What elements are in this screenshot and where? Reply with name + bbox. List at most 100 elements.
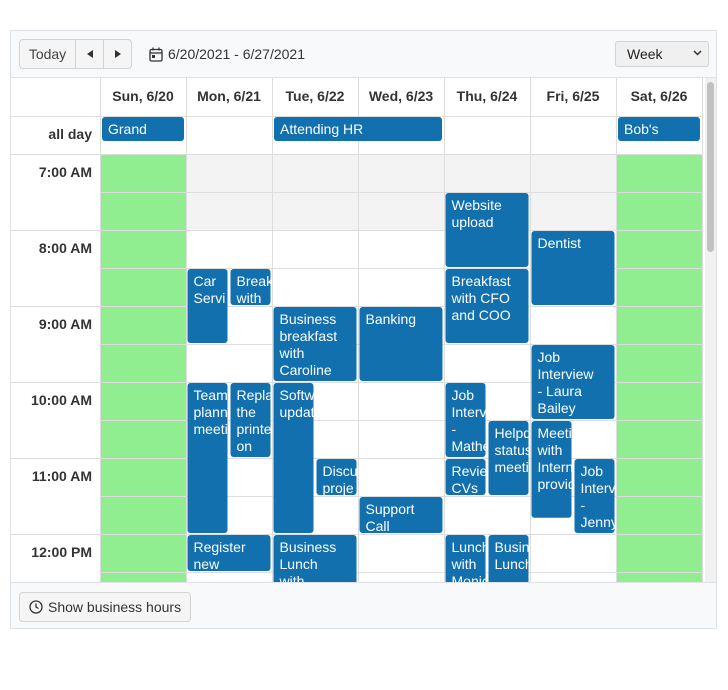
calendar-event[interactable]: BusinessLunchwith [273,535,357,582]
event-title: and COO [452,307,511,323]
event-title: Softw [280,387,316,403]
event-title: with [279,345,305,361]
calendar-event[interactable]: Banking [359,307,443,381]
event-title: Bob's [624,121,659,137]
event-title: upload [452,214,494,230]
calendar-event[interactable]: Dentist [531,231,615,305]
nonworking-day-column [616,154,702,582]
event-title: Dentist [538,235,582,251]
event-title: with [236,290,262,306]
event-title: Bailey [538,400,576,416]
calendar-event[interactable]: CarServi [187,269,228,343]
event-title: Call [366,518,390,534]
event-title: Monic [452,573,489,582]
day-header[interactable]: Thu, 6/24 [457,88,518,104]
date-range-button[interactable]: 6/20/2021 - 6/27/2021 [149,39,305,69]
event-title: Job [538,349,561,365]
prev-button[interactable] [75,39,104,69]
time-label: 7:00 AM [39,164,92,180]
calendar-event[interactable]: Websiteupload [445,193,529,267]
event-title: new [194,556,221,572]
day-header[interactable]: Wed, 6/23 [369,88,434,104]
day-header[interactable]: Sun, 6/20 [112,88,174,104]
all-day-event[interactable]: Grand [102,117,184,141]
event-title: provid [538,476,576,492]
nonworking-day-column [100,154,186,582]
event-title: Busin [495,539,530,555]
all-day-event[interactable]: Attending HR [274,117,442,141]
scrollbar-thumb[interactable] [707,82,714,252]
next-button[interactable] [103,39,132,69]
event-title: with CFO [451,290,510,306]
view-select[interactable]: Week [615,41,709,67]
calendar-event[interactable]: JobInterview- LauraBailey [531,345,615,419]
event-title: Helpd [495,425,532,441]
day-header[interactable]: Tue, 6/22 [286,88,345,104]
calendar-event[interactable]: Breakfastwith CFOand COO [445,269,529,343]
event-title: Mathe [452,438,491,454]
event-title: Business [280,311,337,327]
calendar-event[interactable]: Teamplannmeeti [187,383,228,533]
date-range-label: 6/20/2021 - 6/27/2021 [168,46,306,62]
event-title: Job [581,463,604,479]
event-title: Caroline [280,362,332,378]
day-header[interactable]: Sat, 6/26 [631,88,688,104]
calendar-event[interactable]: JobInterv-Jenny [574,459,618,533]
calendar-event[interactable]: JobInterv-Mathe [445,383,491,457]
event-title: the [237,404,257,420]
event-title: Meeti [538,425,572,441]
chevron-down-icon [693,50,702,56]
event-title: Grand [108,121,147,137]
day-header[interactable]: Mon, 6/21 [197,88,261,104]
calendar-event[interactable]: MeetiwithInternprovid [531,421,576,518]
event-title: Support [366,501,415,517]
scheduler-toolbar: Today 6/20/2021 - 6/27/2021 Week [11,31,716,78]
calendar-event[interactable]: Replatheprinteon [230,383,274,457]
calendar-icon [149,47,163,62]
week-grid: Sun, 6/20 Mon, 6/21 Tue, 6/22 Wed, 6/23 Thu,… [11,78,703,582]
time-label: 8:00 AM [39,240,92,256]
event-title: Breakfast [452,273,511,289]
calendar-event[interactable]: Softwupdat [273,383,316,533]
event-title: Break [237,273,275,289]
calendar-event[interactable]: Breakwith [230,269,275,306]
event-title: with [537,442,563,458]
calendar-event[interactable]: SupportCall [359,497,443,534]
calendar-event[interactable]: Discuproje [316,459,358,496]
event-title: plann [194,404,228,420]
all-day-event[interactable]: Bob's [618,117,700,141]
time-label: 12:00 PM [31,544,92,560]
event-title: Discu [323,463,358,479]
event-title: Lunch [452,539,490,555]
calendar-event[interactable]: BusinessbreakfastwithCaroline [273,307,357,381]
event-title: Servi [194,290,226,306]
today-button[interactable]: Today [19,39,76,69]
event-title: Interview [538,366,595,382]
event-title: Lunch [495,556,533,572]
event-title: with [279,573,305,582]
calendar-event[interactable]: BusinLunch [488,535,533,582]
event-title: - [581,497,586,513]
caret-left-icon [86,50,93,58]
event-title: Intern [538,459,574,475]
view-select-value: Week [627,46,663,62]
clock-icon [29,600,43,614]
event-title: Register [194,539,246,555]
time-label: 11:00 AM [32,468,92,484]
time-label: 9:00 AM [39,316,92,332]
calendar-event[interactable]: Helpdstatusmeeti [488,421,532,495]
event-title: Repla [237,387,274,403]
scheduler: Today 6/20/2021 - 6/27/2021 Week Sun, 6/… [10,30,717,629]
calendar-event[interactable]: RevieCVs [445,459,488,496]
calendar-event[interactable]: LunchwithMonic [445,535,490,582]
day-header[interactable]: Fri, 6/25 [547,88,600,104]
event-title: updat [280,404,315,420]
event-title: Jenny [581,514,618,530]
vertical-scrollbar[interactable] [705,78,716,582]
event-title: Car [194,273,217,289]
calendar-event[interactable]: Registernew [187,535,271,572]
event-title: Team [194,387,228,403]
event-title: Attending HR [280,121,363,137]
event-title: Banking [366,311,417,327]
show-business-hours-button[interactable]: Show business hours [19,592,192,622]
